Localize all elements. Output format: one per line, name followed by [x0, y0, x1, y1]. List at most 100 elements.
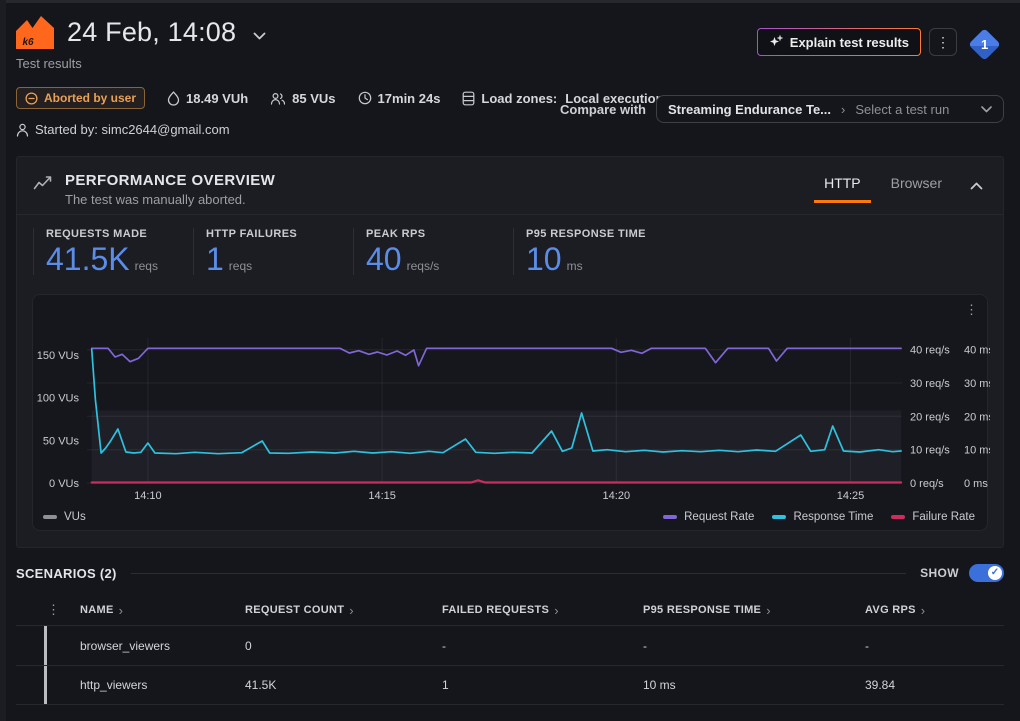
- check-icon: ✓: [991, 568, 999, 578]
- left-edge-divider: [0, 0, 6, 721]
- metric-label: REQUESTS MADE: [46, 228, 193, 240]
- toggle-knob: ✓: [988, 566, 1002, 580]
- metric-label: HTTP FAILURES: [206, 228, 353, 240]
- table-row-http-viewers[interactable]: http_viewers 41.5K 1 10 ms 39.84: [16, 665, 1004, 705]
- graph-icon: [33, 175, 53, 192]
- svg-text:10 ms: 10 ms: [964, 445, 990, 457]
- vus-value: 85 VUs: [292, 91, 335, 106]
- tab-browser[interactable]: Browser: [881, 173, 952, 203]
- legend-item-request-rate[interactable]: Request Rate: [663, 511, 754, 523]
- metric-unit: reqs: [135, 259, 158, 273]
- kebab-icon: ⋮: [965, 302, 978, 317]
- svg-text:14:10: 14:10: [134, 490, 162, 500]
- scenarios-header-bar: SCENARIOS (2) SHOW ✓: [16, 561, 1004, 585]
- show-scenarios-toggle[interactable]: ✓: [969, 564, 1004, 582]
- tab-http[interactable]: HTTP: [814, 173, 871, 203]
- panel-collapse-button[interactable]: [962, 176, 987, 201]
- users-icon: [270, 92, 286, 105]
- panel-subtitle: The test was manually aborted.: [65, 192, 275, 207]
- response-time-swatch: [772, 515, 786, 519]
- svg-text:100 VUs: 100 VUs: [37, 393, 80, 405]
- duration-value: 17min 24s: [378, 91, 441, 106]
- failure-rate-swatch: [891, 515, 905, 519]
- svg-text:40 req/s: 40 req/s: [910, 345, 950, 357]
- cell-request-count: 0: [229, 639, 426, 653]
- cell-p95-response-time: 10 ms: [627, 678, 849, 692]
- metric-value: 10: [526, 243, 562, 275]
- panel-title: PERFORMANCE OVERVIEW: [65, 172, 275, 189]
- scenarios-table: ⋮ NAME › REQUEST COUNT › FAILED REQUESTS…: [16, 595, 1004, 705]
- overview-chart-svg[interactable]: 14:1014:1514:2014:250 VUs50 VUs100 VUs15…: [33, 295, 990, 500]
- cell-p95-response-time: -: [627, 639, 849, 653]
- vus-stat: 85 VUs: [270, 91, 335, 106]
- show-label: SHOW: [920, 566, 959, 580]
- table-kebab-menu-button[interactable]: ⋮: [47, 602, 64, 618]
- svg-text:0 req/s: 0 req/s: [910, 478, 944, 490]
- svg-text:14:25: 14:25: [837, 490, 865, 500]
- sort-chevron-icon: ›: [766, 604, 771, 617]
- metric-p95-response-time: P95 RESPONSE TIME 10 ms: [513, 228, 646, 275]
- explain-button-label: Explain test results: [790, 35, 909, 50]
- column-label: AVG RPS: [865, 604, 916, 616]
- metric-requests-made: REQUESTS MADE 41.5K reqs: [33, 228, 193, 275]
- column-header-avg-rps[interactable]: AVG RPS ›: [849, 604, 1004, 617]
- svg-text:10 req/s: 10 req/s: [910, 445, 950, 457]
- cell-failed-requests: -: [426, 639, 627, 653]
- svg-text:k6: k6: [23, 37, 35, 48]
- kebab-icon: ⋮: [47, 602, 60, 617]
- chart-kebab-menu-button[interactable]: ⋮: [965, 302, 978, 318]
- flame-icon: [167, 91, 180, 106]
- metric-unit: reqs: [229, 259, 252, 273]
- metric-http-failures: HTTP FAILURES 1 reqs: [193, 228, 353, 275]
- scenarios-table-header: ⋮ NAME › REQUEST COUNT › FAILED REQUESTS…: [16, 595, 1004, 625]
- test-results-page: k6 24 Feb, 14:08 Test results Explain te…: [0, 0, 1020, 721]
- svg-text:14:15: 14:15: [368, 490, 396, 500]
- scenarios-title: SCENARIOS (2): [16, 566, 117, 581]
- svg-text:150 VUs: 150 VUs: [37, 350, 80, 362]
- svg-text:20 ms: 20 ms: [964, 411, 990, 423]
- legend-item-response-time[interactable]: Response Time: [772, 511, 873, 523]
- header-kebab-menu-button[interactable]: ⋮: [929, 28, 957, 56]
- separator-chevron-icon: ›: [841, 102, 845, 117]
- compare-test-run-select[interactable]: Streaming Endurance Te... › Select a tes…: [656, 95, 1004, 123]
- summary-metrics-row: REQUESTS MADE 41.5K reqs HTTP FAILURES 1…: [17, 215, 1003, 289]
- performance-overview-panel: PERFORMANCE OVERVIEW The test was manual…: [16, 156, 1004, 548]
- column-label: FAILED REQUESTS: [442, 604, 549, 616]
- svg-text:40 ms: 40 ms: [964, 345, 990, 357]
- select-chevron-down-icon: [981, 106, 992, 113]
- metric-label: P95 RESPONSE TIME: [526, 228, 646, 240]
- column-header-p95-response-time[interactable]: P95 RESPONSE TIME ›: [627, 604, 849, 617]
- legend-label: Response Time: [793, 511, 873, 523]
- column-header-request-count[interactable]: REQUEST COUNT ›: [229, 604, 426, 617]
- column-label: REQUEST COUNT: [245, 604, 344, 616]
- metric-peak-rps: PEAK RPS 40 reqs/s: [353, 228, 513, 275]
- test-run-diamond-badge[interactable]: 1: [968, 28, 1001, 61]
- cell-failed-requests: 1: [426, 678, 627, 692]
- column-label: NAME: [80, 604, 114, 616]
- chart-legend: VUs Request Rate Response Time Failure R…: [43, 511, 975, 523]
- kebab-icon: ⋮: [936, 35, 950, 49]
- started-by-stat: Started by: simc2644@gmail.com: [16, 122, 230, 137]
- status-badge-label: Aborted by user: [44, 91, 136, 105]
- legend-item-vus[interactable]: VUs: [43, 511, 86, 523]
- compare-with-label: Compare with: [560, 102, 646, 117]
- sort-chevron-icon: ›: [554, 604, 559, 617]
- metric-value: 41.5K: [46, 243, 130, 275]
- row-accent-bar: [44, 626, 47, 665]
- legend-label: VUs: [64, 511, 86, 523]
- column-header-name[interactable]: NAME ›: [64, 604, 229, 617]
- legend-item-failure-rate[interactable]: Failure Rate: [891, 511, 975, 523]
- title-chevron-down-icon[interactable]: [253, 32, 266, 40]
- svg-text:50 VUs: 50 VUs: [43, 435, 80, 447]
- chevron-up-icon: [970, 182, 983, 190]
- column-header-failed-requests[interactable]: FAILED REQUESTS ›: [426, 604, 627, 617]
- database-icon: [462, 91, 475, 106]
- table-row-browser-viewers[interactable]: browser_viewers 0 - - -: [16, 625, 1004, 665]
- vuh-value: 18.49 VUh: [186, 91, 248, 106]
- cell-name: browser_viewers: [64, 639, 229, 653]
- page-subtitle: Test results: [16, 56, 1004, 71]
- explain-test-results-button[interactable]: Explain test results: [757, 28, 921, 56]
- run-meta-section: Aborted by user 18.49 VUh 85 VUs: [16, 87, 1004, 137]
- svg-text:0 ms: 0 ms: [964, 478, 988, 490]
- cell-avg-rps: -: [849, 639, 1004, 653]
